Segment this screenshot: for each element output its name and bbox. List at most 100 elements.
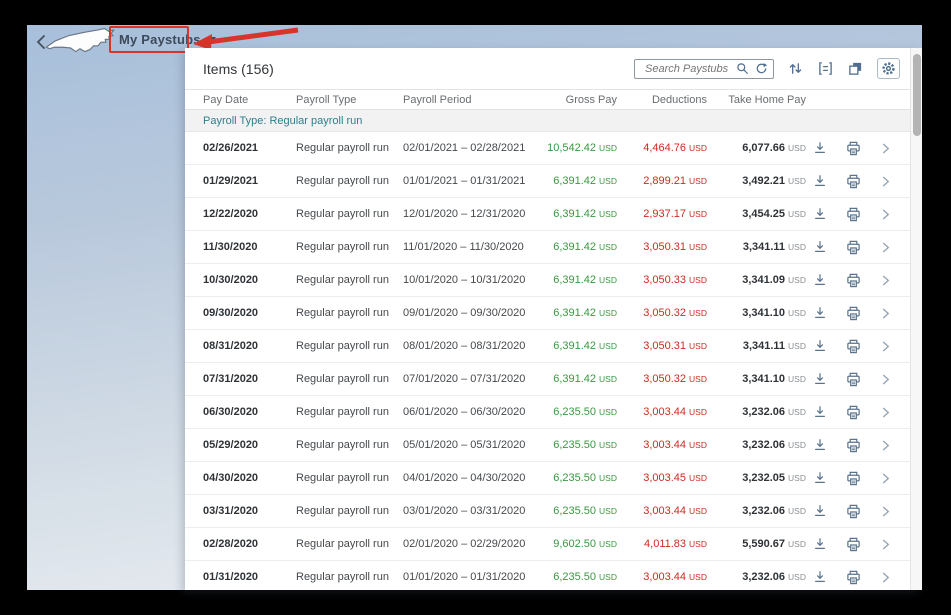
cell-deductions: 3,003.45USD [617, 472, 707, 484]
group-button[interactable] [817, 60, 834, 77]
cell-payroll-period: 01/01/2020 – 01/31/2020 [403, 571, 533, 583]
cell-payroll-type: Regular payroll run [296, 142, 403, 154]
table-row[interactable]: 07/31/2020Regular payroll run07/01/2020 … [185, 363, 922, 396]
cell-gross-pay-amount: 6,235.50 [553, 472, 596, 484]
download-paystub-button[interactable] [812, 569, 828, 585]
printer-icon [846, 339, 861, 354]
table-row[interactable]: 01/29/2021Regular payroll run01/01/2021 … [185, 165, 922, 198]
print-paystub-button[interactable] [845, 371, 862, 388]
column-header-deductions[interactable]: Deductions [617, 94, 707, 106]
download-paystub-button[interactable] [812, 305, 828, 321]
table-row[interactable]: 02/28/2020Regular payroll run02/01/2020 … [185, 528, 922, 561]
table-row[interactable]: 04/30/2020Regular payroll run04/01/2020 … [185, 462, 922, 495]
download-paystub-button[interactable] [812, 536, 828, 552]
print-paystub-button[interactable] [845, 272, 862, 289]
row-detail-chevron[interactable] [879, 472, 892, 485]
search-field[interactable] [634, 59, 774, 79]
row-detail-chevron[interactable] [879, 241, 892, 254]
print-paystub-button[interactable] [845, 140, 862, 157]
row-detail-chevron[interactable] [879, 505, 892, 518]
cell-take-home-pay-amount: 3,232.06 [742, 439, 785, 451]
row-chevron-icon [880, 539, 891, 550]
table-row[interactable]: 01/31/2020Regular payroll run01/01/2020 … [185, 561, 922, 590]
row-detail-chevron[interactable] [879, 274, 892, 287]
currency-label: USD [689, 572, 707, 582]
table-row[interactable]: 08/31/2020Regular payroll run08/01/2020 … [185, 330, 922, 363]
cell-gross-pay-amount: 10,542.42 [547, 142, 596, 154]
column-header-take-home-pay[interactable]: Take Home Pay [707, 94, 806, 106]
scrollbar-thumb[interactable] [913, 54, 921, 136]
download-paystub-button[interactable] [812, 140, 828, 156]
download-paystub-button[interactable] [812, 173, 828, 189]
row-detail-chevron[interactable] [879, 175, 892, 188]
table-row[interactable]: 12/22/2020Regular payroll run12/01/2020 … [185, 198, 922, 231]
download-paystub-button[interactable] [812, 503, 828, 519]
cell-payroll-type: Regular payroll run [296, 373, 403, 385]
cell-deductions-amount: 3,003.44 [643, 439, 686, 451]
table-row[interactable]: 03/31/2020Regular payroll run03/01/2020 … [185, 495, 922, 528]
print-paystub-button[interactable] [845, 338, 862, 355]
column-header-gross-pay[interactable]: Gross Pay [533, 94, 617, 106]
cell-deductions: 3,050.32USD [617, 373, 707, 385]
print-paystub-button[interactable] [845, 239, 862, 256]
cell-payroll-period: 07/01/2020 – 07/31/2020 [403, 373, 533, 385]
download-paystub-button[interactable] [812, 272, 828, 288]
search-icon[interactable] [736, 62, 749, 75]
export-button[interactable] [847, 60, 864, 77]
row-detail-chevron[interactable] [879, 208, 892, 221]
settings-button[interactable] [877, 58, 900, 79]
table-row[interactable]: 11/30/2020Regular payroll run11/01/2020 … [185, 231, 922, 264]
row-detail-chevron[interactable] [879, 406, 892, 419]
cell-take-home-pay-amount: 3,232.06 [742, 571, 785, 583]
cell-pay-date: 09/30/2020 [203, 307, 296, 319]
download-paystub-button[interactable] [812, 371, 828, 387]
cell-deductions-amount: 4,011.83 [644, 538, 686, 550]
print-paystub-button[interactable] [845, 305, 862, 322]
table-row[interactable]: 05/29/2020Regular payroll run05/01/2020 … [185, 429, 922, 462]
row-detail-chevron[interactable] [879, 307, 892, 320]
download-paystub-button[interactable] [812, 404, 828, 420]
print-paystub-button[interactable] [845, 470, 862, 487]
cell-take-home-pay: 3,341.10USD [707, 373, 806, 385]
download-paystub-button[interactable] [812, 338, 828, 354]
column-header-payroll-period[interactable]: Payroll Period [403, 94, 533, 106]
print-paystub-button[interactable] [845, 569, 862, 586]
printer-icon [846, 537, 861, 552]
column-header-payroll-type[interactable]: Payroll Type [296, 94, 403, 106]
download-paystub-button[interactable] [812, 239, 828, 255]
download-paystub-button[interactable] [812, 437, 828, 453]
table-row[interactable]: 06/30/2020Regular payroll run06/01/2020 … [185, 396, 922, 429]
search-input[interactable] [643, 62, 730, 76]
row-detail-chevron[interactable] [879, 439, 892, 452]
print-paystub-button[interactable] [845, 503, 862, 520]
print-paystub-button[interactable] [845, 437, 862, 454]
download-icon [813, 174, 827, 188]
printer-icon [846, 405, 861, 420]
currency-label: USD [689, 506, 707, 516]
download-paystub-button[interactable] [812, 206, 828, 222]
refresh-icon[interactable] [755, 62, 768, 75]
currency-label: USD [788, 209, 806, 219]
page-title[interactable]: My Paystubs [119, 32, 216, 47]
table-row[interactable]: 02/26/2021Regular payroll run02/01/2021 … [185, 132, 922, 165]
print-paystub-button[interactable] [845, 536, 862, 553]
row-detail-chevron[interactable] [879, 571, 892, 584]
row-detail-chevron[interactable] [879, 373, 892, 386]
cell-take-home-pay-amount: 5,590.67 [742, 538, 785, 550]
vertical-scrollbar[interactable] [910, 48, 922, 590]
print-paystub-button[interactable] [845, 173, 862, 190]
print-paystub-button[interactable] [845, 404, 862, 421]
currency-label: USD [689, 242, 707, 252]
table-row[interactable]: 10/30/2020Regular payroll run10/01/2020 … [185, 264, 922, 297]
cell-take-home-pay-amount: 3,232.05 [742, 472, 785, 484]
row-detail-chevron[interactable] [879, 538, 892, 551]
table-row[interactable]: 09/30/2020Regular payroll run09/01/2020 … [185, 297, 922, 330]
download-paystub-button[interactable] [812, 470, 828, 486]
desktop-background: My Paystubs Items (156) [27, 25, 922, 590]
print-paystub-button[interactable] [845, 206, 862, 223]
row-detail-chevron[interactable] [879, 142, 892, 155]
row-detail-chevron[interactable] [879, 340, 892, 353]
column-header-pay-date[interactable]: Pay Date [203, 94, 296, 106]
sort-button[interactable] [787, 60, 804, 77]
currency-label: USD [689, 176, 707, 186]
